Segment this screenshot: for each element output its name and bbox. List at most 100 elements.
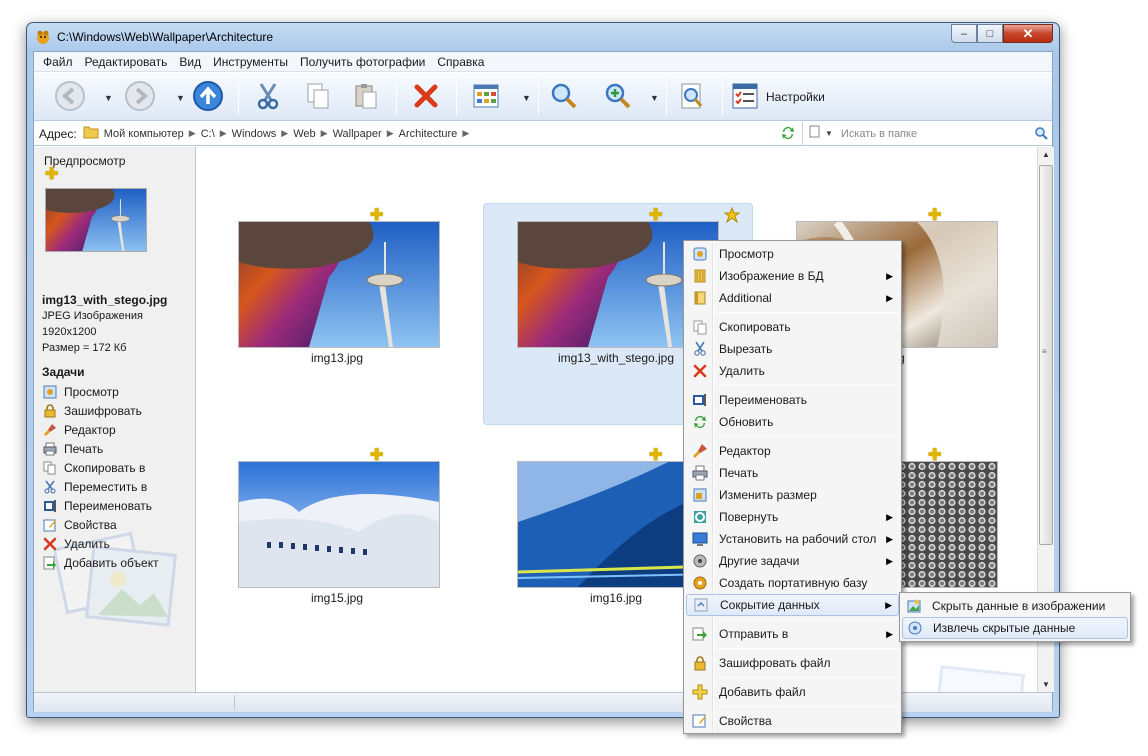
zoom-in-button[interactable] xyxy=(600,79,636,115)
file-name: img13_with_stego.jpg xyxy=(42,293,168,307)
breadcrumb-chevron-icon[interactable]: ▶ xyxy=(462,128,469,139)
back-dropdown-chevron-icon[interactable]: ▼ xyxy=(104,93,113,103)
zoom-dropdown-chevron-icon[interactable]: ▼ xyxy=(650,93,659,103)
breadcrumb-chevron-icon[interactable]: ▶ xyxy=(387,128,394,139)
ctx-item-send-to[interactable]: Отправить в ▶ xyxy=(686,623,899,645)
ctx-item-resize[interactable]: Изменить размер xyxy=(686,484,899,506)
menu-get-photos[interactable]: Получить фотографии xyxy=(295,52,430,72)
menu-view[interactable]: Вид xyxy=(174,52,206,72)
refresh-icon xyxy=(690,412,710,432)
copy-icon xyxy=(42,460,58,476)
submenu-item-extract-data[interactable]: Извлечь скрытые данные xyxy=(902,617,1128,639)
task-properties[interactable]: Свойства xyxy=(42,516,117,534)
breadcrumb-architecture[interactable]: Architecture xyxy=(399,128,458,140)
maximize-button[interactable]: □ xyxy=(977,24,1003,43)
ctx-label: Зашифровать файл xyxy=(719,656,831,670)
file-item[interactable]: ✚ img13.jpg xyxy=(197,147,440,365)
breadcrumb-my-computer[interactable]: Мой компьютер xyxy=(104,128,184,140)
task-encrypt[interactable]: Зашифровать xyxy=(42,402,142,420)
cut-button[interactable] xyxy=(250,79,286,115)
favorite-star-icon[interactable] xyxy=(723,206,741,226)
ctx-item-editor[interactable]: Редактор xyxy=(686,440,899,462)
zoom-out-button[interactable] xyxy=(546,79,582,115)
delete-button[interactable] xyxy=(408,79,444,115)
breadcrumb-wallpaper[interactable]: Wallpaper xyxy=(333,128,382,140)
file-dimensions: 1920x1200 xyxy=(42,326,97,338)
menu-tools[interactable]: Инструменты xyxy=(208,52,293,72)
submenu-arrow-icon: ▶ xyxy=(886,270,893,281)
scroll-up-arrow-icon[interactable]: ▲ xyxy=(1042,150,1050,159)
task-print[interactable]: Печать xyxy=(42,440,103,458)
menu-file[interactable]: Файл xyxy=(38,52,78,72)
hide-in-image-icon xyxy=(904,596,924,616)
file-item-selected[interactable]: ✚ img13_with_stego.jpg xyxy=(476,147,741,365)
ctx-item-portable-db[interactable]: Создать портативную базу xyxy=(686,572,899,594)
ctx-item-additional[interactable]: Additional ▶ xyxy=(686,287,899,309)
ctx-label: Изменить размер xyxy=(719,488,817,502)
ctx-item-cut[interactable]: Вырезать xyxy=(686,338,899,360)
settings-button[interactable]: Настройки xyxy=(730,79,850,115)
file-item[interactable]: ✚ img16.jpg xyxy=(476,387,719,605)
breadcrumb-chevron-icon[interactable]: ▶ xyxy=(281,128,288,139)
search-icon[interactable] xyxy=(1034,126,1048,143)
scroll-down-arrow-icon[interactable]: ▼ xyxy=(1042,680,1050,689)
ctx-item-image-to-db[interactable]: Изображение в БД ▶ xyxy=(686,265,899,287)
menu-edit[interactable]: Редактировать xyxy=(80,52,173,72)
view-mode-dropdown-chevron-icon[interactable]: ▼ xyxy=(522,93,531,103)
breadcrumb-chevron-icon[interactable]: ▶ xyxy=(321,128,328,139)
task-move-to[interactable]: Переместить в xyxy=(42,478,147,496)
ctx-label: Additional xyxy=(719,291,772,305)
ctx-item-set-desktop[interactable]: Установить на рабочий стол ▶ xyxy=(686,528,899,550)
ctx-item-encrypt-file[interactable]: Зашифровать файл xyxy=(686,652,899,674)
printer-icon xyxy=(690,463,710,483)
task-delete[interactable]: Удалить xyxy=(42,535,110,553)
task-editor[interactable]: Редактор xyxy=(42,421,116,439)
app-logo-icon xyxy=(35,29,51,45)
menu-help[interactable]: Справка xyxy=(432,52,489,72)
minimize-button[interactable]: – xyxy=(951,24,977,43)
ctx-item-properties[interactable]: Свойства xyxy=(686,710,899,732)
breadcrumb-chevron-icon[interactable]: ▶ xyxy=(220,128,227,139)
file-item[interactable]: ✚ img15.jpg xyxy=(197,387,440,605)
window-title: C:\Windows\Web\Wallpaper\Architecture xyxy=(57,30,274,44)
search-box[interactable]: ▼ Искать в папке xyxy=(802,122,1052,145)
book-icon xyxy=(690,288,710,308)
task-copy-to[interactable]: Скопировать в xyxy=(42,459,145,477)
close-button[interactable]: ✕ xyxy=(1003,24,1053,43)
task-rename[interactable]: Переименовать xyxy=(42,497,152,515)
ctx-item-other-tasks[interactable]: Другие задачи ▶ xyxy=(686,550,899,572)
view-mode-button[interactable] xyxy=(468,79,504,115)
ctx-label: Редактор xyxy=(719,444,771,458)
breadcrumb-chevron-icon[interactable]: ▶ xyxy=(189,128,196,139)
breadcrumb-windows[interactable]: Windows xyxy=(232,128,277,140)
search-filter-chevron-icon[interactable]: ▼ xyxy=(825,129,833,138)
back-button[interactable] xyxy=(52,79,88,115)
ctx-label: Повернуть xyxy=(719,510,779,524)
paste-button[interactable] xyxy=(348,79,384,115)
title-bar[interactable]: C:\Windows\Web\Wallpaper\Architecture – … xyxy=(27,23,1059,51)
ctx-item-rename[interactable]: Переименовать xyxy=(686,389,899,411)
up-button[interactable] xyxy=(190,79,226,115)
ctx-item-refresh[interactable]: Обновить xyxy=(686,411,899,433)
breadcrumb-web[interactable]: Web xyxy=(293,128,315,140)
ctx-item-add-file[interactable]: Добавить файл xyxy=(686,681,899,703)
task-add-object[interactable]: Добавить объект xyxy=(42,554,159,572)
ctx-item-print[interactable]: Печать xyxy=(686,462,899,484)
forward-dropdown-chevron-icon[interactable]: ▼ xyxy=(176,93,185,103)
task-view[interactable]: Просмотр xyxy=(42,383,119,401)
breadcrumb-c-drive[interactable]: C:\ xyxy=(201,128,215,140)
file-name-label: img15.jpg xyxy=(310,591,364,605)
forward-button[interactable] xyxy=(122,79,158,115)
refresh-icon[interactable] xyxy=(780,125,796,144)
ctx-item-delete[interactable]: Удалить xyxy=(686,360,899,382)
ctx-item-hide-data[interactable]: Сокрытие данных ▶ xyxy=(686,594,899,616)
search-filter-icon[interactable] xyxy=(809,125,823,142)
ctx-item-copy[interactable]: Скопировать xyxy=(686,316,899,338)
add-plus-icon[interactable]: ✚ xyxy=(45,167,58,183)
ctx-item-view[interactable]: Просмотр xyxy=(686,243,899,265)
copy-button[interactable] xyxy=(300,79,336,115)
submenu-item-hide-in-image[interactable]: Скрыть данные в изображении xyxy=(902,595,1128,617)
ctx-item-rotate[interactable]: Повернуть ▶ xyxy=(686,506,899,528)
preview-button[interactable] xyxy=(674,79,710,115)
add-object-icon xyxy=(42,555,58,571)
